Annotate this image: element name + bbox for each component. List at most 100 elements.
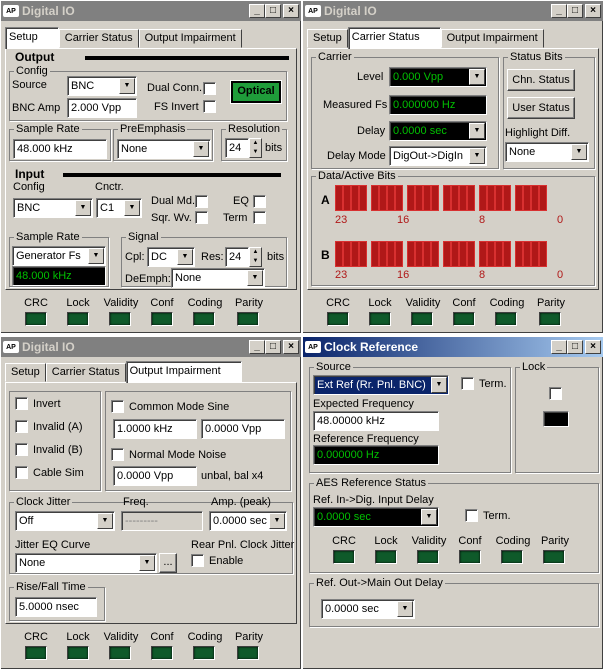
eq-checkbox[interactable] xyxy=(253,195,266,208)
chevron-down-icon[interactable]: ▼ xyxy=(124,200,140,216)
aes-status-label: AES Reference Status xyxy=(314,477,429,489)
close-icon[interactable]: × xyxy=(585,340,601,354)
chevron-down-icon[interactable]: ▼ xyxy=(75,200,91,216)
title-bar[interactable]: AP Digital IO _ □ × xyxy=(1,1,301,21)
chevron-down-icon[interactable]: ▼ xyxy=(431,377,447,393)
preemphasis-select[interactable]: None ▼ xyxy=(117,139,211,159)
close-icon[interactable]: × xyxy=(283,340,299,354)
lock-checkbox[interactable] xyxy=(549,387,562,400)
fs-invert-checkbox[interactable] xyxy=(203,100,216,113)
highlight-diff-select[interactable]: None ▼ xyxy=(505,142,589,162)
jitter-amp-select[interactable]: 0.0000 sec ▼ xyxy=(209,511,287,531)
cable-sim-checkbox[interactable] xyxy=(15,466,28,479)
enable-checkbox[interactable] xyxy=(191,554,204,567)
sqr-wv-checkbox[interactable] xyxy=(195,211,208,224)
chevron-down-icon[interactable]: ▼ xyxy=(88,248,104,264)
expected-freq-input[interactable]: 48.00000 kHz xyxy=(313,411,439,431)
tab-setup[interactable]: Setup xyxy=(5,27,59,49)
chevron-down-icon[interactable]: ▼ xyxy=(139,555,155,571)
tab-output-impairment[interactable]: Output Impairment xyxy=(125,361,242,383)
sqr-wv-label: Sqr. Wv. xyxy=(151,212,192,224)
chevron-down-icon[interactable]: ▼ xyxy=(97,513,113,529)
maximize-icon[interactable]: □ xyxy=(265,340,281,354)
dual-conn-checkbox[interactable] xyxy=(203,82,216,95)
close-icon[interactable]: × xyxy=(585,4,601,18)
jitter-eq-browse-button[interactable]: ... xyxy=(159,553,177,573)
res-input[interactable]: 24 xyxy=(225,247,249,267)
chn-status-button[interactable]: Chn. Status xyxy=(507,69,575,91)
tab-setup[interactable]: Setup xyxy=(5,363,46,382)
chevron-down-icon[interactable]: ▼ xyxy=(177,249,193,265)
invalid-b-checkbox[interactable] xyxy=(15,443,28,456)
term-checkbox[interactable] xyxy=(461,377,474,390)
cm-amp-input[interactable]: 0.0000 Vpp xyxy=(201,419,285,439)
chevron-down-icon[interactable]: ▼ xyxy=(193,141,209,157)
conf-led xyxy=(459,550,481,564)
ref-in-select[interactable]: 0.0000 sec ▼ xyxy=(313,507,439,527)
title-bar[interactable]: AP Digital IO _ □ × xyxy=(303,1,603,21)
chevron-down-icon[interactable]: ▼ xyxy=(421,509,437,525)
chevron-down-icon[interactable]: ▼ xyxy=(469,148,485,164)
title-bar[interactable]: AP Digital IO _ □ × xyxy=(1,337,301,357)
level-label: Level xyxy=(357,71,384,83)
res-spinner[interactable]: ▲ ▼ xyxy=(249,247,262,267)
jitter-eq-select[interactable]: None ▼ xyxy=(15,553,157,573)
demph-select[interactable]: None ▼ xyxy=(171,268,265,288)
ref-out-select[interactable]: 0.0000 sec ▼ xyxy=(321,599,415,619)
cnctr-select[interactable]: C1 ▼ xyxy=(96,198,142,218)
maximize-icon[interactable]: □ xyxy=(567,4,583,18)
chevron-down-icon[interactable]: ▼ xyxy=(397,601,413,617)
title-bar[interactable]: AP Clock Reference _ □ × xyxy=(303,337,603,357)
amp-peak-label: Amp. (peak) xyxy=(211,496,271,508)
sample-rate-input[interactable]: 48.000 kHz xyxy=(13,139,107,159)
delay-select[interactable]: 0.0000 sec ▼ xyxy=(389,121,487,141)
cm-freq-input[interactable]: 1.0000 kHz xyxy=(113,419,197,439)
rise-fall-input[interactable]: 5.0000 nsec xyxy=(15,597,97,617)
tab-setup[interactable]: Setup xyxy=(307,29,348,48)
level-select[interactable]: 0.000 Vpp ▼ xyxy=(389,67,487,87)
resolution-spinner[interactable]: ▲ ▼ xyxy=(249,138,262,158)
tab-output-impairment[interactable]: Output Impairment xyxy=(138,29,242,48)
tab-carrier-status[interactable]: Carrier Status xyxy=(45,363,126,382)
validity-led xyxy=(411,312,433,326)
minimize-icon[interactable]: _ xyxy=(551,4,567,18)
chevron-down-icon[interactable]: ▼ xyxy=(119,78,135,94)
chevron-down-icon[interactable]: ▼ xyxy=(247,270,263,286)
minimize-icon[interactable]: _ xyxy=(249,340,265,354)
nm-noise-checkbox[interactable] xyxy=(111,448,124,461)
cpl-select[interactable]: DC ▼ xyxy=(147,247,195,267)
nm-amp-input[interactable]: 0.0000 Vpp xyxy=(113,466,197,486)
input-sample-rate-select[interactable]: Generator Fs ▼ xyxy=(12,246,106,266)
minimize-icon[interactable]: _ xyxy=(551,340,567,354)
chevron-down-icon[interactable]: ▼ xyxy=(269,513,285,529)
invert-checkbox[interactable] xyxy=(15,397,28,410)
user-status-button[interactable]: User Status xyxy=(507,97,575,119)
dual-md-checkbox[interactable] xyxy=(195,195,208,208)
jitter-select[interactable]: Off ▼ xyxy=(15,511,115,531)
app-icon: AP xyxy=(305,341,321,353)
optical-button[interactable]: Optical xyxy=(230,80,282,104)
minimize-icon[interactable]: _ xyxy=(249,4,265,18)
invalid-a-checkbox[interactable] xyxy=(15,420,28,433)
sample-rate-label: Sample Rate xyxy=(14,123,82,135)
tab-output-impairment[interactable]: Output Impairment xyxy=(440,29,544,48)
tab-carrier-status[interactable]: Carrier Status xyxy=(58,29,139,48)
source-select[interactable]: BNC ▼ xyxy=(67,76,137,96)
coding-label: Coding xyxy=(495,535,531,547)
jitter-freq-input[interactable]: --------- xyxy=(121,511,203,531)
chevron-down-icon[interactable]: ▼ xyxy=(571,144,587,160)
term-checkbox-2[interactable] xyxy=(465,509,478,522)
maximize-icon[interactable]: □ xyxy=(265,4,281,18)
source-select[interactable]: Ext Ref (Rr. Pnl. BNC) ▼ xyxy=(313,375,449,395)
input-config-select[interactable]: BNC ▼ xyxy=(13,198,93,218)
delay-mode-select[interactable]: DigOut->DigIn ▼ xyxy=(389,146,487,166)
close-icon[interactable]: × xyxy=(283,4,299,18)
cm-sine-checkbox[interactable] xyxy=(111,400,124,413)
chevron-down-icon[interactable]: ▼ xyxy=(469,123,485,139)
term-checkbox[interactable] xyxy=(253,211,266,224)
tab-carrier-status[interactable]: Carrier Status xyxy=(347,27,441,49)
maximize-icon[interactable]: □ xyxy=(567,340,583,354)
resolution-input[interactable]: 24 xyxy=(225,138,249,158)
bnc-amp-input[interactable]: 2.000 Vpp xyxy=(67,98,137,118)
chevron-down-icon[interactable]: ▼ xyxy=(469,69,485,85)
